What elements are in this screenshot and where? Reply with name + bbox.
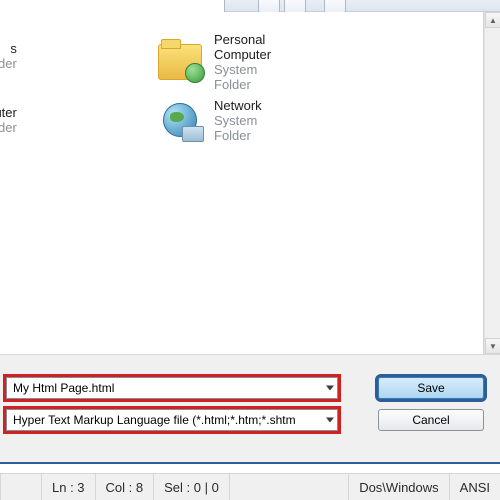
location-title: Network xyxy=(214,98,262,113)
filename-input[interactable]: My Html Page.html xyxy=(6,377,338,399)
scroll-up-icon[interactable]: ▲ xyxy=(485,12,500,28)
status-encoding: ANSI xyxy=(450,474,500,500)
save-panel: My Html Page.html Hyper Text Markup Lang… xyxy=(0,354,500,464)
status-bar: Ln : 3 Col : 8 Sel : 0 | 0 Dos\Windows A… xyxy=(0,473,500,500)
filename-value: My Html Page.html xyxy=(13,381,114,395)
location-item-partial-1[interactable]: s Folder xyxy=(0,32,17,80)
location-title: s xyxy=(0,41,17,56)
network-icon xyxy=(156,96,204,144)
status-sel: Sel : 0 | 0 xyxy=(154,474,230,500)
status-line: Ln : 3 xyxy=(42,474,96,500)
user-folder-icon xyxy=(156,38,204,86)
dropdown-icon xyxy=(326,418,334,423)
save-button[interactable]: Save xyxy=(378,377,484,399)
location-subtitle: Folder xyxy=(0,56,17,71)
location-subtitle: Folder xyxy=(0,120,17,135)
status-col: Col : 8 xyxy=(96,474,155,500)
status-gap xyxy=(230,474,349,500)
location-item-partial-2[interactable]: puter Folder xyxy=(0,96,17,144)
address-bar xyxy=(0,0,500,12)
filetype-value: Hyper Text Markup Language file (*.html;… xyxy=(13,413,296,427)
location-title: puter xyxy=(0,105,17,120)
filetype-select[interactable]: Hyper Text Markup Language file (*.html;… xyxy=(6,409,338,431)
location-item-network[interactable]: Network System Folder xyxy=(156,96,262,144)
dropdown-icon xyxy=(326,386,334,391)
vertical-scrollbar[interactable]: ▲ ▼ xyxy=(484,12,500,354)
location-title: Personal Computer xyxy=(214,32,271,62)
location-item-personal[interactable]: Personal Computer System Folder xyxy=(156,32,271,92)
cancel-button[interactable]: Cancel xyxy=(378,409,484,431)
file-list-pane: s Folder puter Folder Personal Computer … xyxy=(0,12,484,354)
location-subtitle: System Folder xyxy=(214,113,262,143)
status-pad xyxy=(0,474,42,500)
scroll-down-icon[interactable]: ▼ xyxy=(485,338,500,354)
status-eol: Dos\Windows xyxy=(349,474,449,500)
location-subtitle: System Folder xyxy=(214,62,271,92)
